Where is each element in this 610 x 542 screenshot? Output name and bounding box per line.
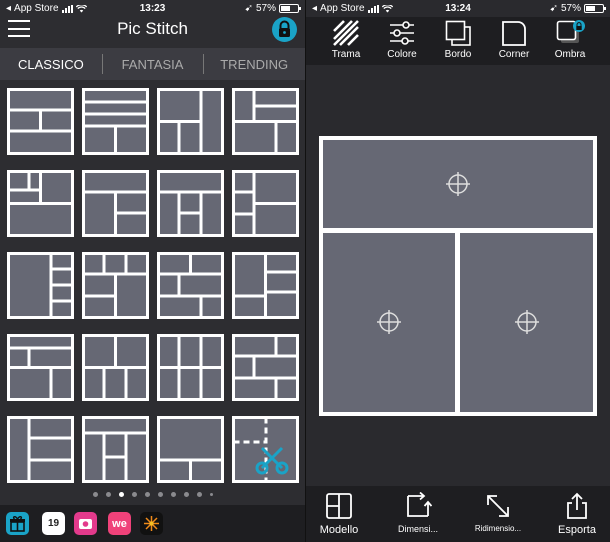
collage-cell-bottom-left[interactable]	[323, 233, 455, 412]
template-tile[interactable]	[7, 416, 74, 483]
modello-label: Modello	[319, 524, 359, 536]
tab-trending[interactable]: TRENDING	[203, 48, 305, 80]
status-bar: ◂ App Store 13:23 ➹ 57%	[0, 0, 305, 17]
location-icon: ➹	[549, 3, 558, 14]
app-title: Pic Stitch	[117, 19, 188, 38]
weheart-app-icon[interactable]: we	[108, 512, 131, 535]
collage-editor-screen: ◂ App Store 13:24 ➹ 57% Trama Colore Bor…	[305, 0, 610, 542]
template-tile[interactable]	[232, 252, 299, 319]
page-indicator[interactable]	[0, 490, 305, 498]
dimensioni-label: Dimensi...	[397, 524, 438, 534]
collage-cell-bottom-right[interactable]	[460, 233, 593, 412]
add-photo-crosshair-icon[interactable]	[446, 172, 470, 196]
template-tile[interactable]	[157, 416, 224, 483]
layout-icon	[326, 493, 352, 519]
template-tile[interactable]	[82, 170, 149, 237]
tab-classico[interactable]: CLASSICO	[0, 48, 102, 80]
lock-button[interactable]	[272, 17, 297, 42]
diagonal-resize-icon	[487, 495, 509, 517]
template-tile[interactable]	[82, 88, 149, 155]
status-bar: ◂ App Store 13:24 ➹ 57%	[306, 0, 610, 17]
template-grid	[5, 88, 301, 488]
battery-percent: 57%	[255, 3, 276, 14]
ombra-button[interactable]: Ombra	[543, 19, 597, 63]
gift-icon[interactable]	[6, 512, 29, 535]
bordo-button[interactable]: Bordo	[431, 19, 485, 63]
shadow-icon	[556, 20, 585, 43]
battery-icon	[584, 4, 606, 13]
add-photo-crosshair-icon[interactable]	[515, 310, 539, 334]
sparkle-app-icon[interactable]	[140, 512, 163, 535]
template-tile[interactable]	[7, 170, 74, 237]
template-tile[interactable]	[157, 88, 224, 155]
template-tile[interactable]	[82, 334, 149, 401]
template-tile[interactable]	[7, 88, 74, 155]
corner-button[interactable]: Corner	[487, 19, 541, 63]
battery-percent: 57%	[560, 3, 581, 14]
corner-label: Corner	[498, 49, 530, 60]
share-icon	[567, 492, 587, 519]
resize-corner-icon	[407, 492, 432, 517]
trama-button[interactable]: Trama	[319, 19, 373, 63]
camera-app-icon[interactable]	[74, 512, 97, 535]
template-picker-screen: ◂ App Store 13:23 ➹ 57% Pic Stitch CLASS…	[0, 0, 305, 542]
location-icon: ➹	[244, 3, 253, 14]
modello-button[interactable]: Modello	[306, 492, 374, 538]
bottom-toolbar: Modello Dimensi... Ridimensio... Esporta	[306, 486, 610, 542]
tab-fantasia[interactable]: FANTASIA	[101, 48, 204, 80]
category-tabs: CLASSICO FANTASIA TRENDING	[0, 48, 305, 80]
calendar-app-text: 19	[47, 518, 60, 529]
template-tile[interactable]	[232, 334, 299, 401]
ombra-label: Ombra	[554, 49, 586, 60]
template-tile[interactable]	[7, 334, 74, 401]
sliders-icon	[390, 21, 414, 45]
add-photo-crosshair-icon[interactable]	[377, 310, 401, 334]
template-tile-custom[interactable]	[232, 416, 299, 483]
template-tile[interactable]	[157, 252, 224, 319]
template-tile[interactable]	[82, 416, 149, 483]
template-tile[interactable]	[232, 88, 299, 155]
template-tile[interactable]	[82, 252, 149, 319]
colore-button[interactable]: Colore	[375, 19, 429, 63]
corner-icon	[502, 21, 526, 46]
collage-canvas	[306, 65, 610, 490]
ridimensiona-label: Ridimensio...	[474, 524, 522, 533]
template-tile[interactable]	[7, 252, 74, 319]
battery-icon	[279, 4, 301, 13]
style-toolbar: Trama Colore Bordo Corner Ombra	[306, 17, 610, 65]
lock-icon	[279, 20, 290, 37]
esporta-label: Esporta	[558, 524, 596, 536]
promo-dock: 19 we	[0, 505, 305, 542]
template-tile[interactable]	[232, 170, 299, 237]
app-header: Pic Stitch	[0, 17, 305, 43]
collage-frame	[319, 136, 597, 416]
trama-label: Trama	[331, 49, 361, 60]
esporta-button[interactable]: Esporta	[542, 492, 610, 538]
border-icon	[445, 20, 471, 46]
ridimensiona-button[interactable]: Ridimensio...	[463, 492, 533, 538]
calendar-app-icon[interactable]: 19	[42, 512, 65, 535]
collage-cell-top[interactable]	[323, 140, 593, 228]
colore-label: Colore	[387, 49, 417, 60]
template-tile[interactable]	[157, 170, 224, 237]
dimensioni-button[interactable]: Dimensi...	[383, 492, 453, 538]
weheart-app-text: we	[112, 517, 127, 530]
bordo-label: Bordo	[444, 49, 472, 60]
template-tile[interactable]	[157, 334, 224, 401]
hatch-icon	[333, 20, 359, 46]
